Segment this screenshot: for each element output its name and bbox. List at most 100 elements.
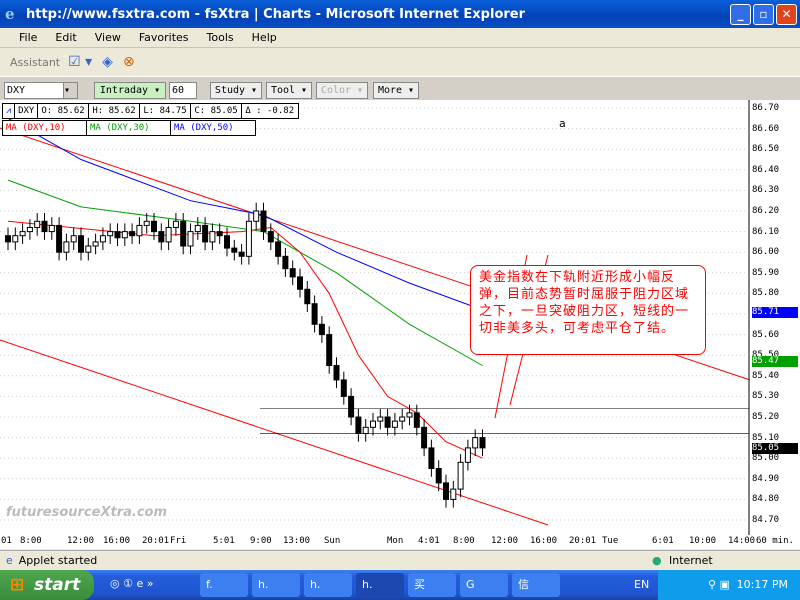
task-button[interactable]: f. [200, 573, 248, 597]
candle-body [304, 288, 311, 305]
annotation-a: a [559, 117, 566, 130]
interval-input[interactable]: 60 [169, 82, 197, 99]
candle-body [443, 482, 449, 500]
candle-body [399, 416, 406, 422]
candle-body [92, 241, 99, 247]
task-button[interactable]: 信 [512, 573, 560, 597]
chart-icon: ⩘ [3, 104, 16, 118]
price-tick-label: 86.70 [752, 103, 780, 113]
candle-body [63, 241, 70, 253]
candle-body [187, 231, 194, 247]
globe-icon: ● [652, 554, 662, 567]
candle-body [391, 420, 398, 428]
price-tick-label: 84.70 [752, 515, 780, 525]
price-tick-label: 85.00 [752, 453, 780, 464]
current-value-label: 85.47 [752, 356, 798, 368]
menu-view[interactable]: View [86, 31, 130, 44]
media-icon[interactable]: ◈ [102, 54, 113, 70]
callout-annotation[interactable]: 美金指数在下轨附近形成小幅反弹，目前态势暂时屈服于阻力区域之下，一旦突破阻力区，… [470, 265, 706, 355]
candle-body [333, 365, 340, 381]
time-tick-label: 4:01 [418, 536, 440, 546]
time-tick-label: 01 [1, 536, 12, 546]
candle-body [107, 231, 114, 237]
time-tick-label: Tue [602, 536, 619, 546]
language-indicator[interactable]: EN [634, 578, 649, 591]
candle-body [5, 235, 11, 243]
menu-help[interactable]: Help [243, 31, 286, 44]
study-ma50[interactable]: MA (DXY,50) [171, 121, 255, 135]
more-button[interactable]: More ▾ [373, 82, 419, 99]
candle-body [19, 231, 26, 237]
candle-body [472, 437, 479, 449]
close-button[interactable]: ✕ [776, 4, 797, 25]
time-tick-label: 16:00 [103, 536, 131, 546]
candle-body [421, 426, 428, 449]
time-tick-label: 6:01 [652, 536, 674, 546]
candle-body [99, 235, 106, 243]
candle-body [48, 224, 55, 233]
study-ma30[interactable]: MA (DXY,30) [87, 121, 171, 135]
quote-close: C: 85.05 [191, 104, 243, 118]
intraday-button[interactable]: Intraday ▾ [94, 82, 166, 99]
candle-body [180, 220, 187, 247]
candle-body [165, 226, 172, 243]
candle-body [479, 437, 486, 449]
price-tick-label: 86.00 [752, 247, 780, 258]
stop-icon[interactable]: ⊗ [123, 54, 135, 70]
quicklaunch-icons[interactable]: ◎ ① e » [110, 577, 153, 590]
candle-body [129, 231, 136, 237]
time-tick-label: 8:00 [20, 536, 42, 546]
task-button[interactable]: G [460, 573, 508, 597]
quote-change: Δ : -0.82 [245, 106, 295, 116]
assistant-icon[interactable]: ☑ ▾ [68, 54, 92, 70]
candle-body [238, 251, 245, 257]
candle-body [216, 231, 223, 237]
candle-body [41, 220, 48, 233]
price-chart[interactable]: ⩘ DXY O: 85.62 H: 85.62 L: 84.75 C: 85.0… [0, 100, 800, 535]
start-button[interactable]: ⊞ start [0, 570, 94, 600]
time-tick-label: 9:00 [250, 536, 272, 546]
task-button-active[interactable]: h. [356, 573, 404, 597]
candle-body [377, 416, 384, 422]
candle-body [355, 416, 362, 434]
taskbar: ⊞ start ◎ ① e » f. h. h. h. 买 G 信 EN ⚲ ▣ 1… [0, 570, 800, 600]
study-button[interactable]: Study ▾ [210, 82, 262, 99]
candle-body [151, 220, 157, 233]
study-legend: MA (DXY,10) MA (DXY,30) MA (DXY,50) [2, 120, 256, 136]
menu-tools[interactable]: Tools [198, 31, 243, 44]
candle-body [114, 231, 121, 239]
price-tick-label: 86.30 [752, 185, 780, 196]
time-tick-label: Fri [170, 536, 187, 546]
study-ma10[interactable]: MA (DXY,10) [3, 121, 87, 135]
status-text: Applet started [18, 554, 98, 567]
maximize-button[interactable]: ▫ [753, 4, 774, 25]
candle-body [253, 210, 260, 222]
time-tick-label: 5:01 [213, 536, 235, 546]
candle-body [464, 447, 471, 463]
symbol-input[interactable]: DXY ▾ [4, 82, 78, 99]
candle-body [428, 447, 435, 469]
price-tick-label: 85.90 [752, 267, 780, 278]
color-button[interactable]: Color ▾ [316, 82, 368, 99]
window-title: http://www.fsxtra.com - fsXtra | Charts … [26, 6, 526, 22]
candle-body [231, 247, 238, 253]
tray-icons[interactable]: ⚲ ▣ [708, 578, 730, 591]
lower-channel-line [0, 339, 549, 526]
task-button[interactable]: h. [252, 573, 300, 597]
candle-body [297, 276, 303, 290]
menu-file[interactable]: File [10, 31, 46, 44]
quote-open: O: 85.62 [38, 104, 90, 118]
task-button[interactable]: 买 [408, 573, 456, 597]
watermark-logo: futuresourceXtra.com [6, 505, 168, 520]
price-tick-label: 85.40 [752, 370, 780, 381]
task-button[interactable]: h. [304, 573, 352, 597]
candle-body [56, 224, 63, 253]
menu-favorites[interactable]: Favorites [130, 31, 198, 44]
tool-button[interactable]: Tool ▾ [266, 82, 312, 99]
price-tick-label: 85.30 [752, 391, 780, 402]
candle-body [158, 231, 165, 243]
minimize-button[interactable]: _ [730, 4, 751, 25]
menu-edit[interactable]: Edit [46, 31, 85, 44]
ma30-line [7, 179, 483, 366]
candle-body [384, 416, 391, 428]
